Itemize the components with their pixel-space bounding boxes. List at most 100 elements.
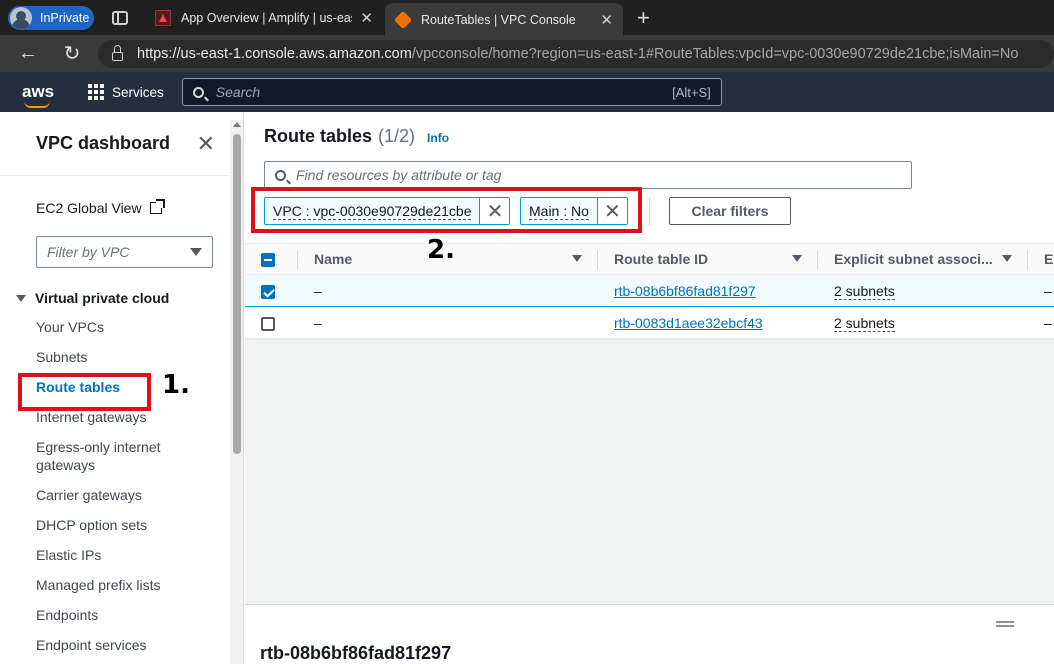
scrollbar-thumb[interactable] <box>233 134 241 454</box>
sidebar-header: VPC dashboard ✕ <box>0 112 229 176</box>
vpc-favicon-icon <box>393 10 413 29</box>
scroll-up-icon[interactable] <box>233 122 241 127</box>
detail-split-panel: rtb-08b6bf86fad81f297 <box>245 604 1054 664</box>
selection-count: (1/2) <box>378 126 416 146</box>
column-header-route-table-id[interactable]: Route table ID <box>598 243 818 275</box>
name-cell: – <box>298 306 598 339</box>
sidebar-item-your-vpcs[interactable]: Your VPCs <box>0 312 243 342</box>
new-tab-icon[interactable]: + <box>637 5 650 31</box>
search-placeholder: Search <box>215 84 261 100</box>
grid-icon <box>88 84 104 100</box>
services-label: Services <box>112 84 164 100</box>
table-header-row: Name Route table ID Explicit subnet asso… <box>245 243 1054 275</box>
services-menu-button[interactable]: Services <box>88 84 164 100</box>
route-table-id-link[interactable]: rtb-08b6bf86fad81f297 <box>614 283 756 299</box>
route-table-id-link[interactable]: rtb-0083d1aee32ebcf43 <box>614 315 763 331</box>
sidebar-nav-list: Your VPCs Subnets Route tables Internet … <box>0 312 243 660</box>
sidebar-item-managed-prefix-lists[interactable]: Managed prefix lists <box>0 570 243 600</box>
caret-down-icon <box>16 294 26 302</box>
sort-caret-icon[interactable] <box>572 255 582 262</box>
detail-title: rtb-08b6bf86fad81f297 <box>260 643 452 663</box>
search-icon <box>275 169 286 181</box>
row-select-cell[interactable] <box>245 306 298 339</box>
aws-logo[interactable]: aws <box>22 83 54 108</box>
reload-icon[interactable]: ↻ <box>60 41 84 66</box>
search-icon <box>192 86 204 98</box>
ec2-global-view-label: EC2 Global View <box>36 200 142 216</box>
browser-tab-routetables[interactable]: RouteTables | VPC Console ✕ <box>385 3 623 36</box>
subnets-popover-link[interactable]: 2 subnets <box>834 314 895 332</box>
table-row[interactable]: – rtb-0083d1aee32ebcf43 2 subnets – <box>245 306 1054 339</box>
page-title: Route tables (1/2) Info <box>264 126 449 147</box>
aws-top-nav: aws Services Search [Alt+S] <box>0 72 1054 112</box>
select-all-header[interactable] <box>245 243 298 275</box>
url-field[interactable]: https://us-east-1.console.aws.amazon.com… <box>98 39 1054 68</box>
column-label: Route table ID <box>614 251 709 267</box>
annotation-box-1 <box>18 373 151 411</box>
external-link-icon <box>149 199 165 214</box>
sidebar-item-endpoint-services[interactable]: Endpoint services <box>0 630 243 660</box>
sidebar-section-vpc[interactable]: Virtual private cloud <box>0 290 243 306</box>
close-tab-icon[interactable]: ✕ <box>600 11 613 29</box>
annotation-number-2: 2. <box>427 235 455 265</box>
resource-search-placeholder: Find resources by attribute or tag <box>296 167 502 183</box>
select-all-checkbox[interactable] <box>261 253 275 268</box>
truncated-cell: – <box>1028 274 1054 307</box>
amplify-favicon-icon <box>155 9 171 26</box>
address-bar: ← ↻ https://us-east-1.console.aws.amazon… <box>0 35 1054 72</box>
sidebar-item-dhcp-option-sets[interactable]: DHCP option sets <box>0 510 243 540</box>
tab-actions-icon[interactable] <box>112 10 128 25</box>
back-arrow-icon[interactable]: ← <box>16 42 40 65</box>
filter-by-vpc-select[interactable]: Filter by VPC <box>36 236 213 268</box>
annotation-box-2 <box>251 187 642 233</box>
sidebar-item-egress-only-gateways[interactable]: Egress-only internet gateways <box>0 432 243 480</box>
route-table-id-cell: rtb-0083d1aee32ebcf43 <box>598 306 818 339</box>
row-checkbox[interactable] <box>261 284 275 299</box>
resize-handle-icon[interactable] <box>996 621 1014 627</box>
sidebar-item-carrier-gateways[interactable]: Carrier gateways <box>0 480 243 510</box>
column-header-truncated[interactable]: E <box>1028 243 1054 275</box>
lock-icon <box>112 44 123 61</box>
browser-tab-amplify[interactable]: App Overview | Amplify | us-east ✕ <box>145 0 383 35</box>
subnets-popover-link[interactable]: 2 subnets <box>834 282 895 300</box>
route-tables-table: Name Route table ID Explicit subnet asso… <box>245 243 1054 339</box>
caret-down-icon <box>190 248 202 256</box>
annotation-number-1: 1. <box>162 370 190 400</box>
page-title-text: Route tables <box>264 126 373 146</box>
info-link[interactable]: Info <box>427 131 449 145</box>
row-checkbox[interactable] <box>261 316 275 331</box>
ec2-global-view-link[interactable]: EC2 Global View <box>0 199 243 216</box>
tab-title: RouteTables | VPC Console <box>421 12 576 27</box>
close-sidebar-icon[interactable]: ✕ <box>197 131 215 157</box>
aws-search-input[interactable]: Search [Alt+S] <box>181 78 722 106</box>
filter-vpc-placeholder: Filter by VPC <box>47 244 130 260</box>
inprivate-badge[interactable]: InPrivate <box>8 5 94 30</box>
section-label: Virtual private cloud <box>35 290 170 306</box>
clear-filters-button[interactable]: Clear filters <box>669 197 791 225</box>
sidebar-scrollbar[interactable] <box>230 120 243 664</box>
sidebar-item-subnets[interactable]: Subnets <box>0 342 243 372</box>
column-header-explicit-subnet[interactable]: Explicit subnet associ... <box>818 243 1028 275</box>
search-shortcut: [Alt+S] <box>672 84 711 100</box>
close-tab-icon[interactable]: ✕ <box>360 9 373 27</box>
table-row[interactable]: – rtb-08b6bf86fad81f297 2 subnets – <box>245 274 1054 307</box>
sidebar-item-endpoints[interactable]: Endpoints <box>0 600 243 630</box>
name-cell: – <box>298 274 598 307</box>
profile-avatar-icon <box>10 6 32 29</box>
sidebar-title[interactable]: VPC dashboard <box>36 133 170 154</box>
subnets-cell: 2 subnets <box>818 306 1028 339</box>
filter-divider <box>649 197 650 225</box>
sort-caret-icon[interactable] <box>1002 255 1012 262</box>
browser-tab-bar: InPrivate App Overview | Amplify | us-ea… <box>0 0 1054 36</box>
resource-search-input[interactable]: Find resources by attribute or tag <box>264 161 912 189</box>
truncated-cell: – <box>1028 306 1054 339</box>
url-path: /vpcconsole/home?region=us-east-1#RouteT… <box>411 45 1019 62</box>
inprivate-label: InPrivate <box>40 10 90 25</box>
column-label: Name <box>314 251 353 267</box>
tab-title: App Overview | Amplify | us-east <box>181 10 353 25</box>
subnets-cell: 2 subnets <box>818 274 1028 307</box>
sidebar-item-elastic-ips[interactable]: Elastic IPs <box>0 540 243 570</box>
row-select-cell[interactable] <box>245 274 298 307</box>
sort-caret-icon[interactable] <box>792 255 802 262</box>
route-table-id-cell: rtb-08b6bf86fad81f297 <box>598 274 818 307</box>
